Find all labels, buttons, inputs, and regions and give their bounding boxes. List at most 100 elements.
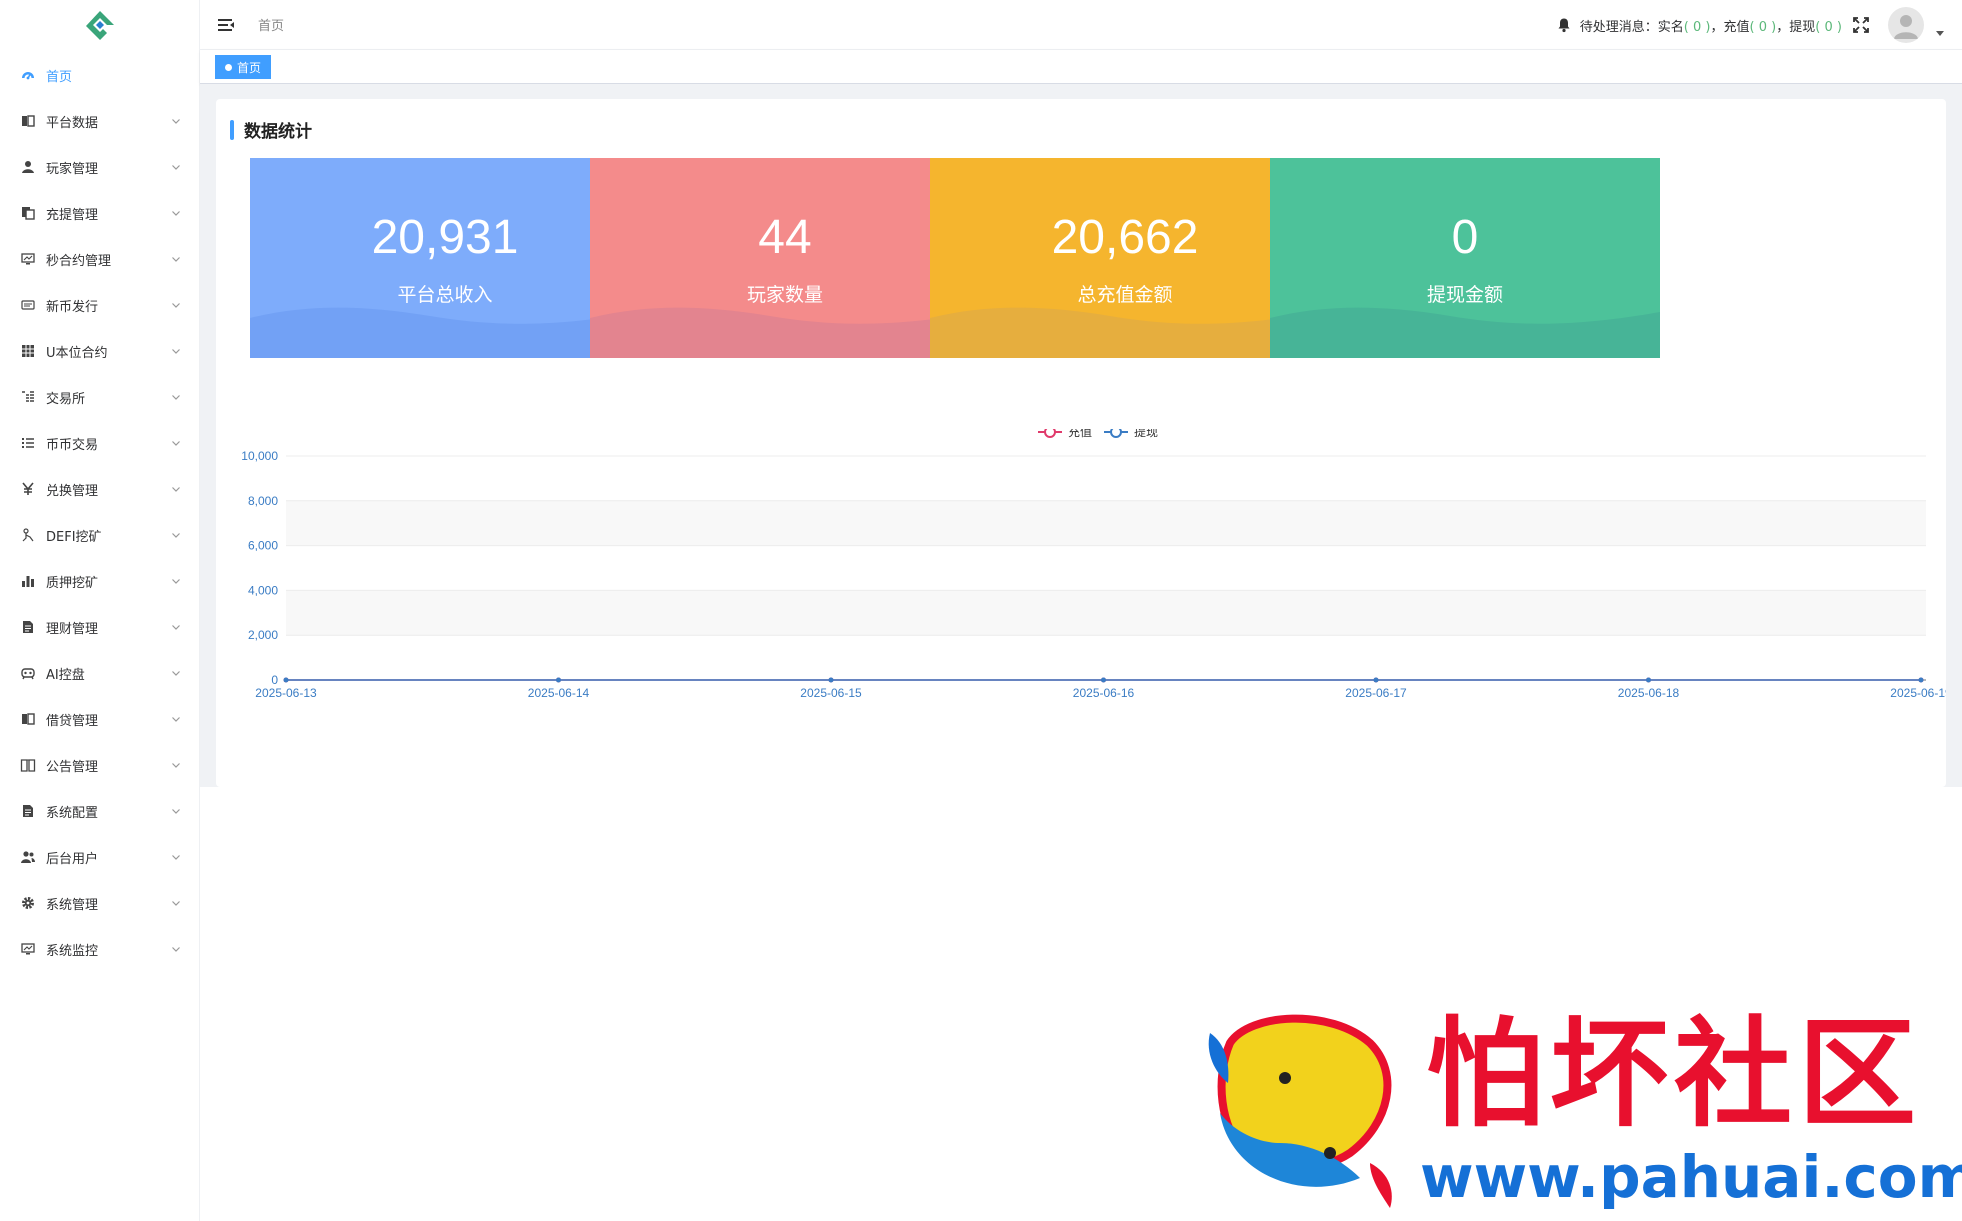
- tag-label: 首页: [237, 60, 262, 75]
- sidebar-item-15[interactable]: 公告管理: [0, 742, 199, 788]
- chevron-down-icon: [172, 441, 180, 446]
- withdraw-count: 0: [1824, 19, 1833, 35]
- chevron-down-icon: [172, 855, 180, 860]
- y-tick-label: 2,000: [248, 628, 278, 642]
- y-tick-label: 10,000: [241, 449, 278, 463]
- chevron-down-icon: [172, 763, 180, 768]
- hamburger-icon[interactable]: [216, 15, 236, 35]
- legend-label[interactable]: 充值: [1068, 424, 1092, 439]
- sidebar-item-5[interactable]: 新币发行: [0, 282, 199, 328]
- users-icon: [20, 849, 36, 865]
- book-icon: [20, 711, 36, 727]
- monitor-icon: [20, 251, 36, 267]
- sidebar-item-2[interactable]: 玩家管理: [0, 144, 199, 190]
- sidebar-item-13[interactable]: AI控盘: [0, 650, 199, 696]
- chevron-down-icon: [172, 947, 180, 952]
- sidebar-item-18[interactable]: 系统管理: [0, 880, 199, 926]
- chevron-down-icon: [172, 809, 180, 814]
- chevron-down-icon: [172, 349, 180, 354]
- sidebar-item-9[interactable]: 兑换管理: [0, 466, 199, 512]
- copy-icon: [20, 205, 36, 221]
- app-logo[interactable]: [0, 0, 199, 52]
- sidebar-item-16[interactable]: 系统配置: [0, 788, 199, 834]
- sidebar-item-17[interactable]: 后台用户: [0, 834, 199, 880]
- sidebar-item-12[interactable]: 理财管理: [0, 604, 199, 650]
- chevron-down-icon: [172, 119, 180, 124]
- sidebar-item-14[interactable]: 借贷管理: [0, 696, 199, 742]
- sidebar-item-label: 玩家管理: [46, 161, 99, 177]
- y-tick-label: 8,000: [248, 494, 278, 508]
- x-tick-label: 2025-06-19: [1890, 686, 1946, 700]
- stat-value: 20,931: [371, 211, 519, 264]
- breadcrumb[interactable]: 首页: [258, 15, 284, 34]
- user-icon: [20, 159, 36, 175]
- caret-down-icon[interactable]: [1936, 29, 1944, 37]
- sidebar-item-label: DEFI挖矿: [46, 529, 102, 545]
- chevron-down-icon: [172, 671, 180, 676]
- x-tick-label: 2025-06-18: [1618, 686, 1680, 700]
- sidebar-item-19[interactable]: 系统监控: [0, 926, 199, 972]
- stat-label: 平台总收入: [397, 284, 493, 306]
- tag-home[interactable]: 首页: [215, 55, 272, 79]
- chevron-down-icon: [172, 533, 180, 538]
- withdraw-label: 提现: [1789, 19, 1816, 35]
- sidebar-item-7[interactable]: 交易所: [0, 374, 199, 420]
- wave-decoration: [930, 307, 1320, 358]
- series-point: [828, 677, 834, 683]
- sidebar-item-4[interactable]: 秒合约管理: [0, 236, 199, 282]
- sidebar-item-10[interactable]: DEFI挖矿: [0, 512, 199, 558]
- sidebar-item-label: 充提管理: [46, 207, 99, 223]
- sidebar-item-label: 系统配置: [46, 805, 99, 821]
- coin-icon: [20, 297, 36, 313]
- yen-icon: [20, 481, 36, 497]
- sidebar-item-8[interactable]: 币币交易: [0, 420, 199, 466]
- sidebar-item-label: 质押挖矿: [46, 575, 99, 591]
- user-avatar[interactable]: [1888, 7, 1924, 43]
- sidebar-item-11[interactable]: 质押挖矿: [0, 558, 199, 604]
- realname-count: 0: [1693, 19, 1702, 35]
- section-title-text: 数据统计: [244, 122, 312, 142]
- top-header: 首页 待处理消息：实名( 0 )，充值( 0 )，提现( 0 ): [200, 0, 1962, 50]
- dashboard-icon: [20, 67, 36, 83]
- y-tick-label: 0: [271, 673, 278, 687]
- open-book-icon: [20, 757, 36, 773]
- sidebar-item-0[interactable]: 首页: [0, 52, 199, 98]
- sidebar-item-label: U本位合约: [46, 345, 108, 361]
- grid-band: [286, 500, 1926, 546]
- chevron-down-icon: [172, 901, 180, 906]
- bell-icon[interactable]: [1556, 17, 1572, 33]
- chevron-down-icon: [172, 717, 180, 722]
- chevron-down-icon: [172, 165, 180, 170]
- fullscreen-icon[interactable]: [1852, 16, 1870, 34]
- legend-label[interactable]: 提现: [1134, 424, 1158, 439]
- sidebar-item-6[interactable]: U本位合约: [0, 328, 199, 374]
- robot-icon: [20, 665, 36, 681]
- sidebar-item-1[interactable]: 平台数据: [0, 98, 199, 144]
- sidebar-item-3[interactable]: 充提管理: [0, 190, 199, 236]
- chevron-down-icon: [172, 395, 180, 400]
- series-point: [1918, 677, 1924, 683]
- watermark-title: 怕坏社区: [1426, 1004, 1923, 1143]
- header-right: 待处理消息：实名( 0 )，充值( 0 )，提现( 0 ): [1556, 0, 1944, 50]
- x-tick-label: 2025-06-15: [800, 686, 862, 700]
- stat-label: 玩家数量: [746, 284, 823, 306]
- book-icon: [20, 113, 36, 129]
- legend-marker[interactable]: [1110, 426, 1122, 438]
- sidebar-item-label: 公告管理: [46, 759, 99, 775]
- sidebar-item-label: 系统管理: [46, 897, 99, 913]
- realname-label: 实名: [1657, 19, 1684, 35]
- sidebar-item-label: 系统监控: [46, 943, 99, 959]
- chevron-down-icon: [172, 257, 180, 262]
- avatar-icon: [1894, 15, 1918, 39]
- pickaxe-icon: [20, 527, 36, 543]
- stat-label: 提现金额: [1426, 284, 1503, 306]
- sidebar-item-label: 新币发行: [46, 299, 99, 315]
- legend-marker[interactable]: [1044, 426, 1056, 438]
- pending-messages[interactable]: 待处理消息：实名( 0 )，充值( 0 )，提现( 0 ): [1580, 16, 1842, 35]
- grid-band: [286, 590, 1926, 636]
- x-tick-label: 2025-06-13: [255, 686, 317, 700]
- y-tick-label: 6,000: [248, 539, 278, 553]
- wave-decoration: [250, 307, 640, 358]
- sidebar-menu: 首页 平台数据玩家管理充提管理秒合约管理新币发行 U本位合约交易所 币币交易 兑换管理 D…: [0, 52, 199, 972]
- sidebar-item-label: 后台用户: [46, 851, 99, 867]
